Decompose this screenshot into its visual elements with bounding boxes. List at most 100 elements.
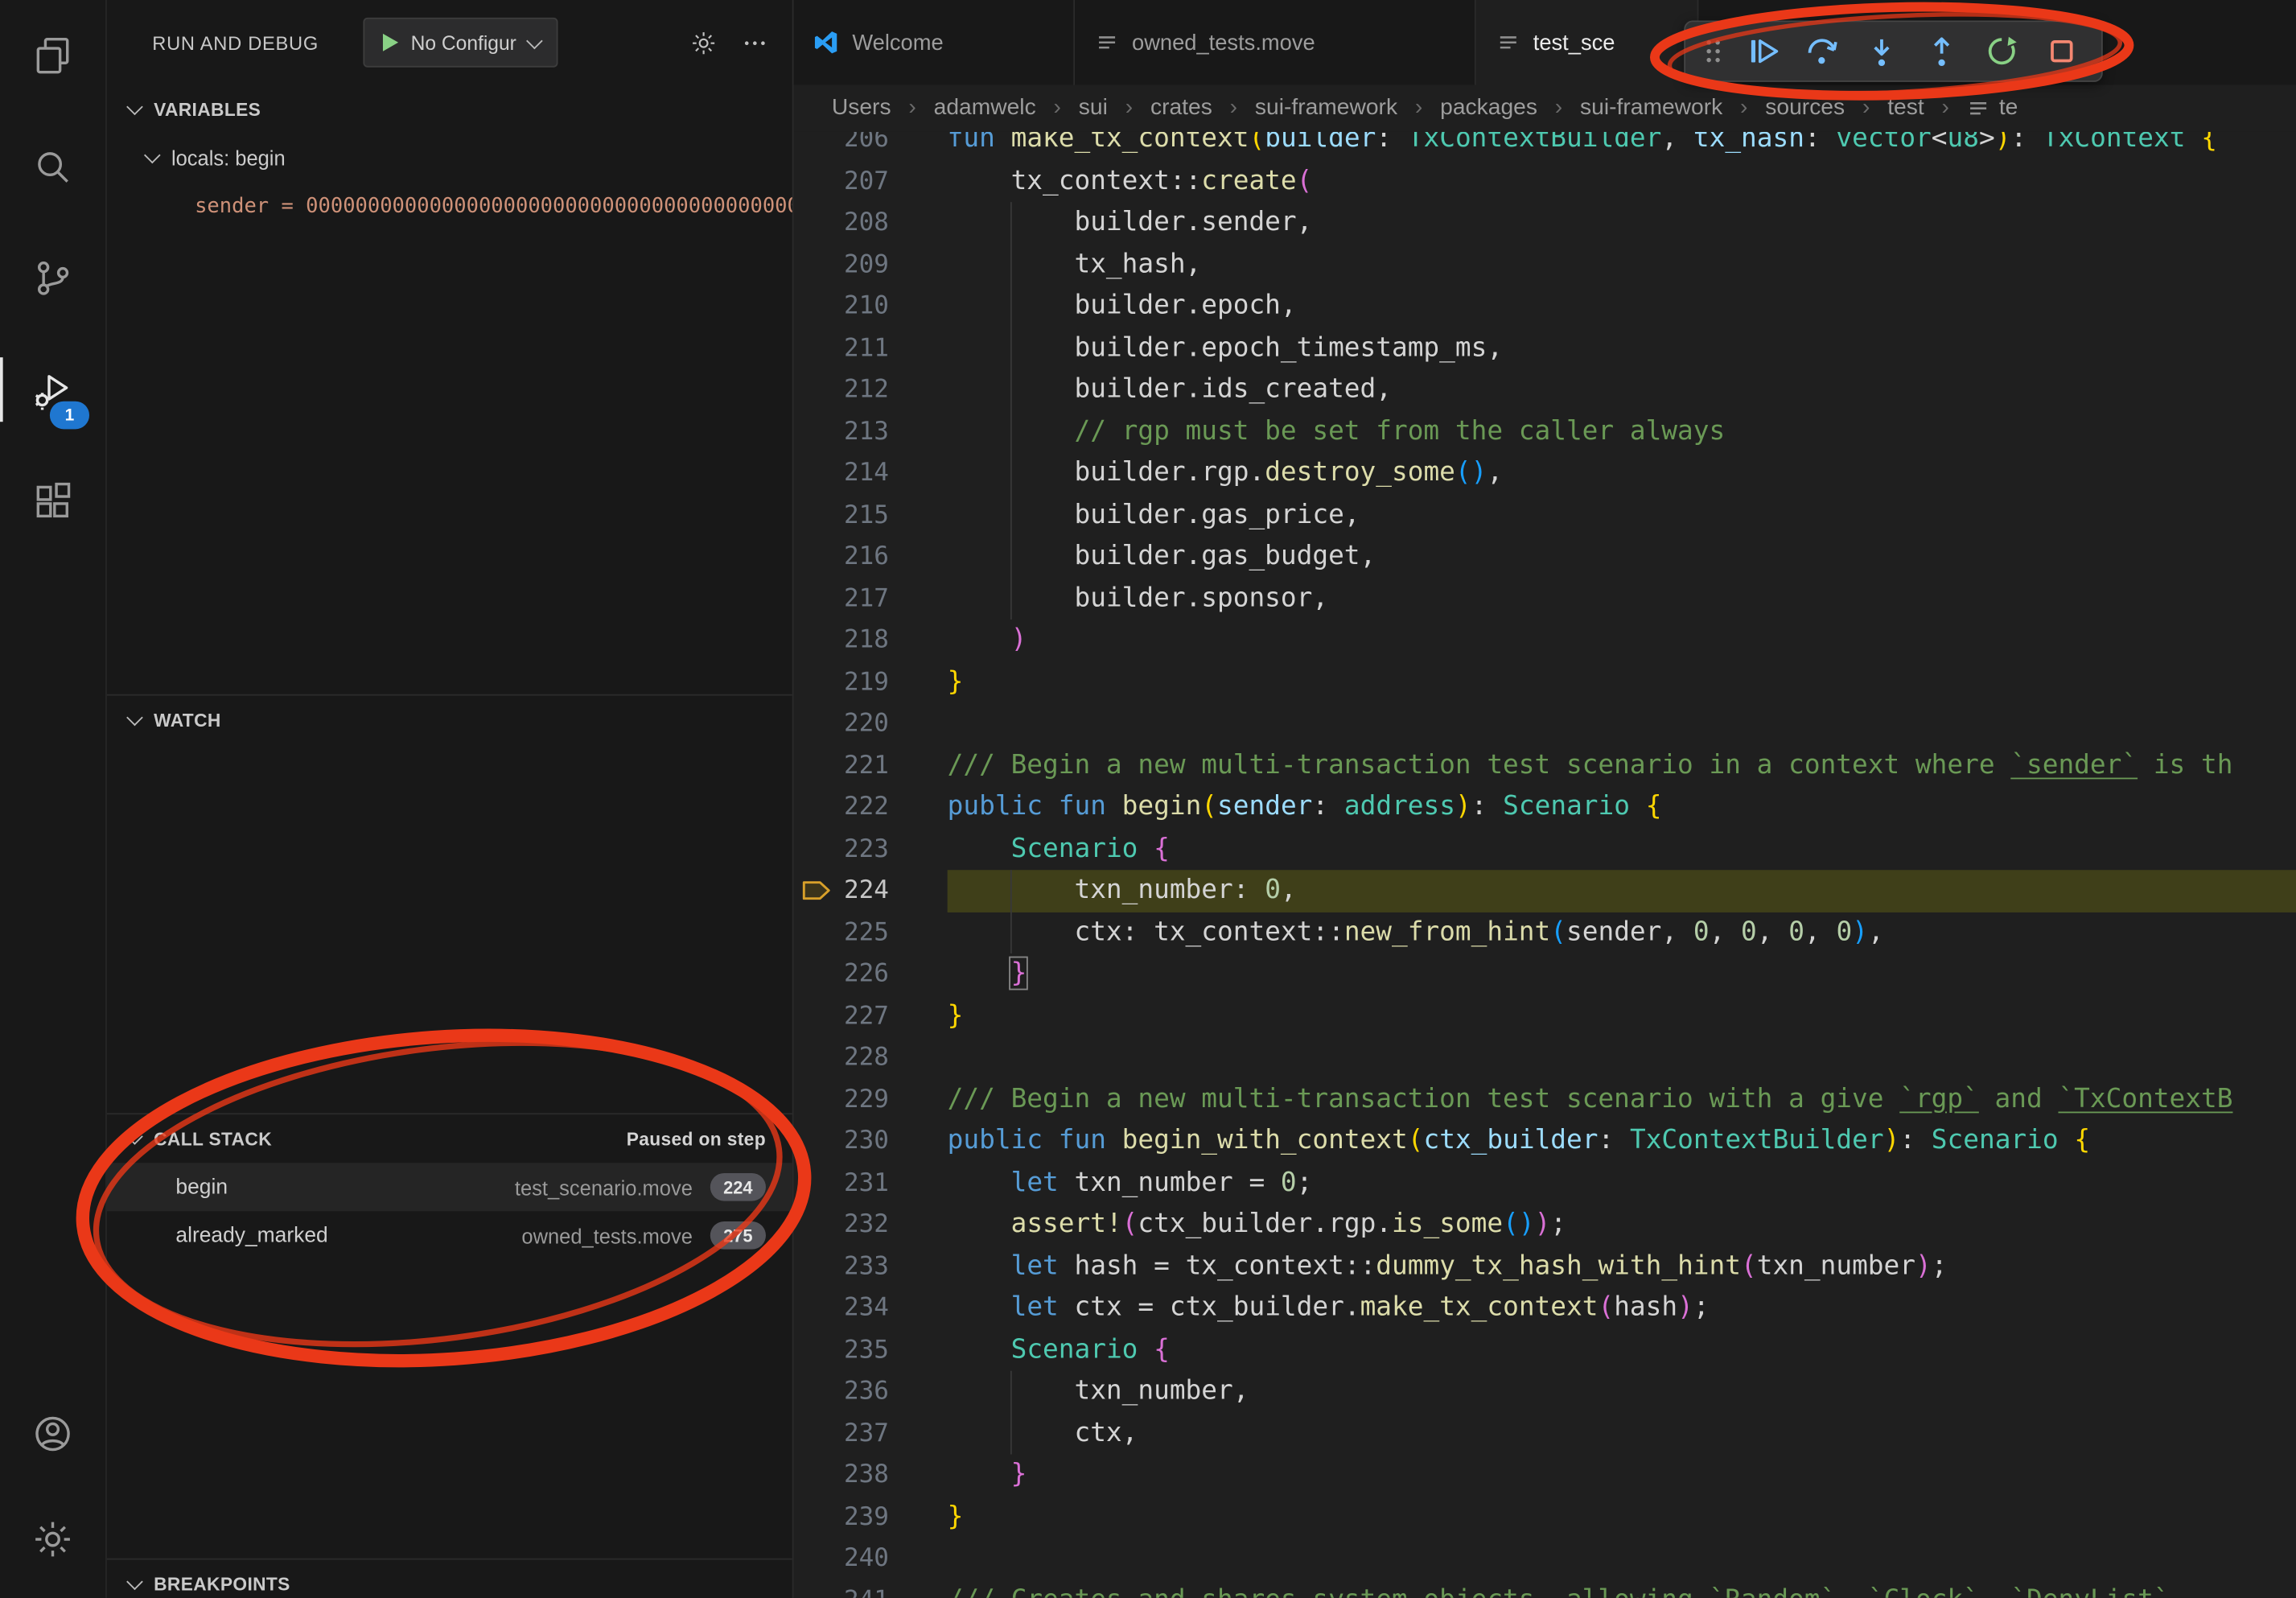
activity-source-control[interactable] (0, 223, 105, 334)
activity-search[interactable] (0, 111, 105, 222)
activity-extensions[interactable] (0, 445, 105, 556)
frame-function: already_marked (175, 1224, 327, 1247)
line-number[interactable]: 217 (792, 578, 889, 620)
code-text: } (948, 953, 1027, 995)
move-file-icon (1096, 31, 1119, 54)
line-number[interactable]: 212 (792, 369, 889, 411)
line-number[interactable]: 226 (792, 953, 889, 995)
debug-settings-gear-icon[interactable] (689, 28, 718, 56)
step-out-button[interactable] (1914, 28, 1969, 75)
line-number[interactable]: 222 (792, 786, 889, 828)
line-number[interactable]: 228 (792, 1037, 889, 1079)
variables-scope-row[interactable]: locals: begin (105, 134, 792, 182)
breadcrumb-item[interactable]: packages (1440, 95, 1537, 121)
line-number[interactable]: 229 (792, 1079, 889, 1121)
line-number[interactable]: 227 (792, 995, 889, 1037)
code-line-233: 233 let hash = tx_context::dummy_tx_hash… (792, 1246, 2296, 1287)
code-line-206: 206fun make_tx_context(builder: TxContex… (792, 132, 2296, 160)
tab-owned-tests-move[interactable]: owned_tests.move (1075, 0, 1476, 85)
line-number[interactable]: 237 (792, 1413, 889, 1455)
continue-button[interactable] (1734, 28, 1789, 75)
line-number[interactable]: 231 (792, 1162, 889, 1204)
code-editor[interactable]: 206fun make_tx_context(builder: TxContex… (792, 132, 2296, 1598)
tab-welcome[interactable]: Welcome (792, 0, 1075, 85)
code-line-223: 223 Scenario { (792, 828, 2296, 870)
sidebar-title: RUN AND DEBUG (152, 31, 319, 53)
line-number[interactable]: 221 (792, 745, 889, 787)
line-number[interactable]: 240 (792, 1538, 889, 1579)
line-number[interactable]: 215 (792, 494, 889, 536)
code-line-219: 219} (792, 661, 2296, 703)
line-number[interactable]: 210 (792, 286, 889, 327)
line-number[interactable]: 207 (792, 160, 889, 202)
code-text: ctx, (948, 1413, 1138, 1455)
step-over-button[interactable] (1794, 28, 1850, 75)
code-line-226: 226 } (792, 953, 2296, 995)
line-number[interactable]: 211 (792, 327, 889, 369)
line-number[interactable]: 213 (792, 411, 889, 453)
code-text: builder.epoch, (948, 286, 1297, 327)
line-number[interactable]: 234 (792, 1287, 889, 1329)
breadcrumb: Users›adamwelc›sui›crates›sui-framework›… (792, 85, 2296, 132)
restart-button[interactable] (1974, 28, 2030, 75)
file-icon (1967, 97, 1990, 120)
line-number[interactable]: 235 (792, 1329, 889, 1371)
line-number[interactable]: 232 (792, 1204, 889, 1246)
breadcrumb-item[interactable]: adamwelc (934, 95, 1036, 121)
code-line-234: 234 let ctx = ctx_builder.make_tx_contex… (792, 1287, 2296, 1329)
code-line-212: 212 builder.ids_created, (792, 369, 2296, 411)
line-number[interactable]: 208 (792, 202, 889, 244)
activity-run-debug[interactable]: 1 (0, 334, 105, 445)
line-number[interactable]: 238 (792, 1454, 889, 1496)
call-stack-frame[interactable]: already_markedowned_tests.move275 (105, 1211, 792, 1259)
breadcrumb-item[interactable]: Users (832, 95, 891, 121)
activity-account[interactable] (0, 1381, 105, 1486)
debug-config-dropdown[interactable]: No Configur (363, 18, 558, 68)
breadcrumb-item[interactable]: sources (1765, 95, 1845, 121)
breakpoints-header[interactable]: BREAKPOINTS (105, 1560, 792, 1598)
line-number[interactable]: 216 (792, 536, 889, 578)
code-line-227: 227} (792, 995, 2296, 1037)
watch-header[interactable]: WATCH (105, 696, 792, 744)
line-number[interactable]: 223 (792, 828, 889, 870)
line-number[interactable]: 218 (792, 620, 889, 661)
toolbar-grip-icon[interactable] (1697, 28, 1730, 75)
code-text: builder.gas_price, (948, 494, 1360, 536)
tab-test-sce[interactable]: test_sce (1476, 0, 1699, 85)
variable-row-sender[interactable]: sender = 0000000000000000000000000000000… (105, 182, 792, 230)
breadcrumb-item[interactable]: crates (1150, 95, 1212, 121)
editor-group: Welcome owned_tests.move test_sce Users›ad… (792, 0, 2296, 1598)
breadcrumb-item[interactable]: sui-framework (1255, 95, 1397, 121)
line-number[interactable]: 225 (792, 912, 889, 953)
stop-button[interactable] (2034, 28, 2089, 75)
config-dropdown-label: No Configur (411, 31, 516, 53)
line-number[interactable]: 214 (792, 452, 889, 494)
activity-settings[interactable] (0, 1487, 105, 1592)
tab-label: owned_tests.move (1132, 30, 1315, 55)
more-actions-icon[interactable] (741, 28, 769, 56)
code-line-211: 211 builder.epoch_timestamp_ms, (792, 327, 2296, 369)
line-number[interactable]: 241 (792, 1579, 889, 1598)
call-stack-frame[interactable]: begintest_scenario.move224 (105, 1163, 792, 1211)
step-into-button[interactable] (1854, 28, 1909, 75)
line-number[interactable]: 230 (792, 1120, 889, 1162)
activity-explorer[interactable] (0, 0, 105, 111)
code-text: tx_context::create( (948, 160, 1313, 202)
call-stack-header[interactable]: CALL STACK Paused on step (105, 1114, 792, 1163)
gear-icon (31, 1518, 75, 1562)
line-number[interactable]: 224 (792, 870, 889, 912)
line-number[interactable]: 236 (792, 1371, 889, 1413)
breadcrumb-item[interactable]: test (1887, 95, 1924, 121)
line-number[interactable]: 239 (792, 1496, 889, 1538)
line-number[interactable]: 219 (792, 661, 889, 703)
chevron-down-icon (525, 32, 542, 49)
start-debug-icon[interactable] (380, 32, 399, 52)
line-number[interactable]: 233 (792, 1246, 889, 1287)
variables-header[interactable]: VARIABLES (105, 85, 792, 134)
breadcrumb-item-file[interactable]: te (1967, 95, 2018, 121)
breadcrumb-item[interactable]: sui (1079, 95, 1108, 121)
line-number[interactable]: 209 (792, 244, 889, 286)
breadcrumb-item[interactable]: sui-framework (1580, 95, 1722, 121)
line-number[interactable]: 206 (792, 132, 889, 160)
line-number[interactable]: 220 (792, 703, 889, 745)
